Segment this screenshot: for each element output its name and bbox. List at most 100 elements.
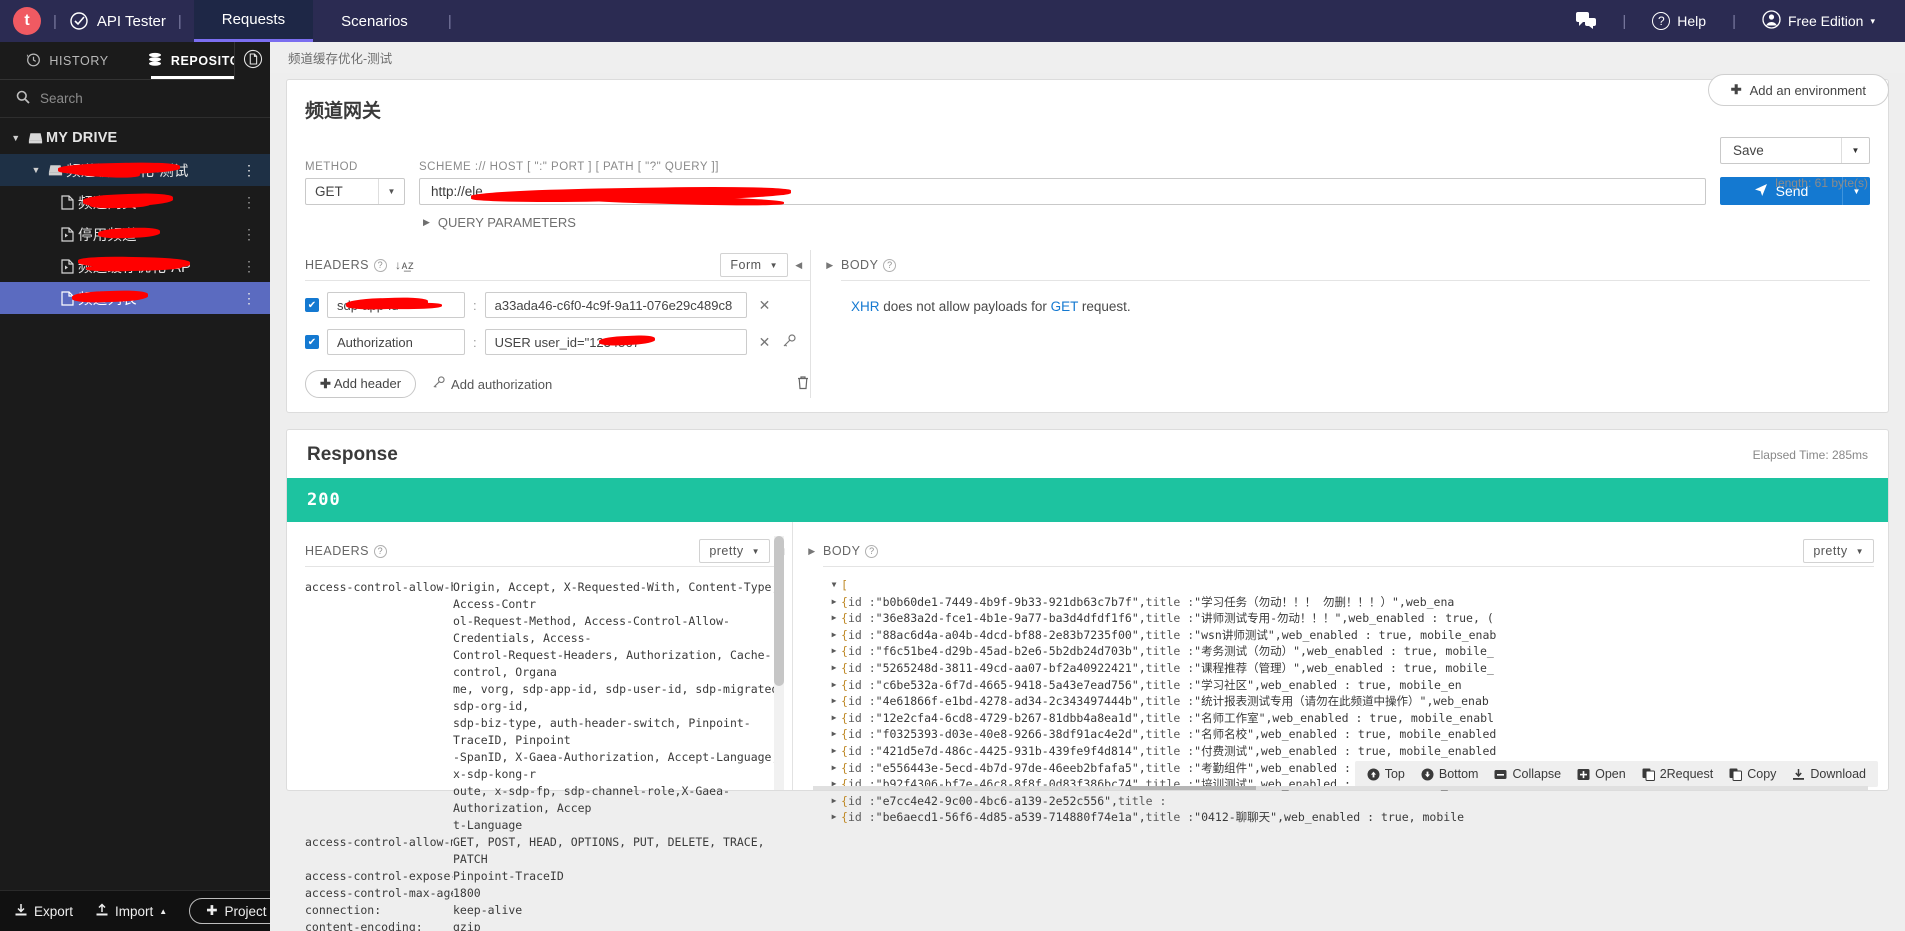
json-download-button[interactable]: Download: [1792, 767, 1866, 781]
app-logo[interactable]: t: [13, 7, 41, 35]
tree-item-my-drive[interactable]: ▼ MY DRIVE: [0, 122, 270, 154]
query-parameters-toggle[interactable]: ▶ QUERY PARAMETERS: [423, 215, 1870, 230]
json-copy-button[interactable]: Copy: [1729, 767, 1776, 781]
tree-item-menu-icon[interactable]: ⋮: [242, 227, 256, 241]
sidebar-tab-history-label: HISTORY: [49, 53, 109, 68]
help-button[interactable]: ? Help: [1638, 12, 1720, 30]
chevron-down-icon: ▼: [751, 546, 760, 556]
tree-item-gateway[interactable]: 频道网关 ⋮: [0, 186, 270, 218]
scrollbar-thumb[interactable]: [774, 536, 784, 686]
question-icon[interactable]: ?: [373, 258, 387, 272]
response-headers-format-select[interactable]: pretty ▼: [699, 539, 770, 563]
response-body-format-select[interactable]: pretty ▼: [1803, 539, 1874, 563]
json-bottom-button[interactable]: Bottom: [1421, 767, 1478, 781]
chat-icon[interactable]: [1562, 12, 1610, 30]
json-row[interactable]: ▶{ id : "f6c51be4-d29b-45ad-b2e6-5b2db24…: [827, 643, 1888, 660]
add-authorization-button[interactable]: Add authorization: [432, 376, 552, 392]
caret-right-icon[interactable]: ▶: [827, 693, 841, 710]
caret-right-icon[interactable]: ▶: [827, 760, 841, 777]
copy-icon: [1729, 768, 1743, 781]
json-row[interactable]: ▶{ id : "5265248d-3811-49cd-aa07-bf2a409…: [827, 660, 1888, 677]
tree-item-folder-test[interactable]: ▼ 频道缓存优化-测试 ⋮: [0, 154, 270, 186]
json-key-title: title :: [1145, 710, 1195, 725]
caret-right-icon[interactable]: ▶: [827, 743, 841, 760]
tree-item-channel-list[interactable]: 频道列表 ⋮: [0, 282, 270, 314]
headers-format-select[interactable]: Form ▼: [720, 253, 788, 277]
header-remove-button[interactable]: ✕: [755, 297, 775, 314]
tree-item-menu-icon[interactable]: ⋮: [242, 291, 256, 305]
json-row[interactable]: ▶{ id : "4e61866f-e1bd-4278-ad34-2c34349…: [827, 693, 1888, 710]
json-to-request-button[interactable]: 2Request: [1642, 767, 1713, 781]
header-key-input[interactable]: Authorization: [327, 329, 465, 355]
question-icon[interactable]: ?: [865, 544, 879, 558]
tree-item-cache-ap[interactable]: 频道缓存优化-AP ⋮: [0, 250, 270, 282]
sidebar-search[interactable]: Search: [0, 80, 270, 118]
json-row[interactable]: ▶{ id : "c6be532a-6f7d-4665-9418-5a43e7e…: [827, 677, 1888, 694]
header-enabled-checkbox[interactable]: ✔: [305, 335, 319, 349]
add-environment-button[interactable]: ✚ Add an environment: [1707, 74, 1889, 106]
caret-right-icon[interactable]: ▶: [827, 793, 841, 810]
caret-right-icon[interactable]: ▶: [827, 710, 841, 727]
header-value-input[interactable]: a33ada46-c6f0-4c9f-9a11-076e29c489c8: [484, 292, 747, 318]
collapse-left-icon[interactable]: ◀: [788, 260, 810, 271]
caret-right-icon[interactable]: ▶: [827, 660, 841, 677]
import-button[interactable]: Import ▲: [95, 902, 167, 920]
json-open-button[interactable]: Open: [1577, 767, 1626, 781]
json-row[interactable]: ▶{ id : "b0b60de1-7449-4b9f-9b33-921db63…: [827, 594, 1888, 611]
caret-down-icon[interactable]: ▼: [8, 133, 24, 143]
header-value-input[interactable]: USER user_id="1234567": [484, 329, 747, 355]
tab-scenarios[interactable]: Scenarios: [313, 0, 436, 42]
caret-right-icon[interactable]: ▶: [827, 627, 841, 644]
tree-item-menu-icon[interactable]: ⋮: [242, 163, 256, 177]
caret-right-icon[interactable]: ▶: [827, 643, 841, 660]
sort-az-icon[interactable]: ↓ᴀ̲ᴢ: [395, 258, 414, 272]
header-enabled-checkbox[interactable]: ✔: [305, 298, 319, 312]
tree-item-stop-channel[interactable]: 停用频道 ⋮: [0, 218, 270, 250]
caret-down-icon[interactable]: ▼: [827, 577, 841, 594]
response-headers-scrollbar[interactable]: [774, 536, 784, 790]
tree-item-menu-icon[interactable]: ⋮: [242, 259, 256, 273]
tree-item-menu-icon[interactable]: ⋮: [242, 195, 256, 209]
method-select[interactable]: GET ▼: [305, 178, 405, 205]
header-remove-button[interactable]: ✕: [755, 334, 775, 351]
export-button[interactable]: Export: [14, 903, 73, 920]
json-row[interactable]: ▶{ id : "e7cc4e42-9c00-4bc6-a139-2e52c55…: [827, 793, 1888, 810]
chevron-down-icon[interactable]: ▼: [1841, 138, 1869, 163]
account-menu[interactable]: Free Edition ▾: [1748, 10, 1889, 32]
json-row[interactable]: ▶{ id : "88ac6d4a-a04b-4dcd-bf88-2e83b72…: [827, 627, 1888, 644]
json-top-button[interactable]: Top: [1367, 767, 1405, 781]
question-icon[interactable]: ?: [373, 544, 387, 558]
json-key-title: title :: [1145, 660, 1195, 675]
file-play-icon: [56, 258, 78, 274]
expand-right-icon[interactable]: ▶: [801, 546, 823, 557]
caret-down-icon[interactable]: ▼: [28, 165, 44, 175]
caret-right-icon[interactable]: ▶: [827, 594, 841, 611]
json-row[interactable]: ▶{ id : "36e83a2d-fce1-4b1e-9a77-ba3d4df…: [827, 610, 1888, 627]
save-button[interactable]: Save ▼: [1720, 137, 1870, 164]
json-open-brace: {: [841, 677, 848, 692]
chevron-down-icon[interactable]: ▼: [378, 179, 404, 204]
auth-key-icon[interactable]: [782, 333, 796, 351]
json-collapse-button[interactable]: Collapse: [1494, 767, 1561, 781]
trash-icon[interactable]: [796, 375, 810, 393]
sidebar-tab-documents[interactable]: [234, 42, 270, 80]
add-header-button[interactable]: ✚ Add header: [305, 370, 417, 398]
json-row[interactable]: ▶{ id : "12e2cfa4-6cd8-4729-b267-81dbb4a…: [827, 710, 1888, 727]
header-key-input[interactable]: sdp-app-id: [327, 292, 465, 318]
sidebar-tab-history[interactable]: HISTORY: [0, 42, 135, 79]
expand-right-icon[interactable]: ▶: [819, 260, 841, 271]
question-icon[interactable]: ?: [883, 258, 897, 272]
response-body-hscrollbar[interactable]: [813, 786, 1868, 790]
caret-right-icon[interactable]: ▶: [827, 610, 841, 627]
tab-requests[interactable]: Requests: [193, 0, 314, 42]
caret-right-icon[interactable]: ▶: [827, 726, 841, 743]
json-row[interactable]: ▶{ id : "be6aecd1-56f6-4d85-a539-714880f…: [827, 809, 1888, 826]
json-row[interactable]: ▶{ id : "421d5e7d-486c-4425-931b-439fe9f…: [827, 743, 1888, 760]
caret-right-icon[interactable]: ▶: [827, 776, 841, 793]
json-row[interactable]: ▶{ id : "f0325393-d03e-40e8-9266-38df91a…: [827, 726, 1888, 743]
caret-right-icon[interactable]: ▶: [827, 809, 841, 826]
save-label: Save: [1733, 143, 1764, 158]
url-input[interactable]: http://ele: [419, 178, 1706, 205]
caret-right-icon[interactable]: ▶: [827, 677, 841, 694]
scrollbar-thumb[interactable]: [1129, 786, 1257, 790]
